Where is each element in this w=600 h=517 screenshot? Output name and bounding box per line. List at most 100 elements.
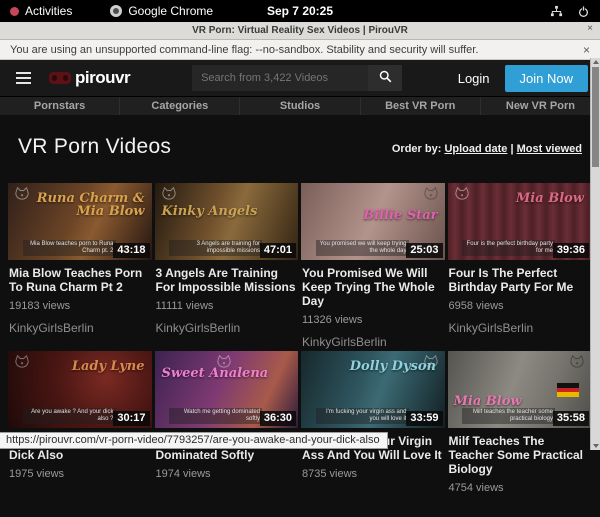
scrollbar-thumb[interactable] bbox=[592, 67, 599, 167]
video-studio-link[interactable]: KinkyGirlsBerlin bbox=[9, 321, 151, 335]
video-studio-link[interactable] bbox=[156, 489, 298, 503]
join-now-button[interactable]: Join Now bbox=[505, 65, 588, 92]
search-button[interactable] bbox=[368, 65, 402, 91]
hamburger-menu-icon[interactable] bbox=[16, 72, 31, 84]
video-title[interactable]: 3 Angels Are Training For Impossible Mis… bbox=[156, 266, 298, 294]
video-views: 1975 views bbox=[9, 468, 151, 481]
power-icon[interactable] bbox=[577, 5, 590, 18]
video-thumbnail[interactable]: Kinky Angels 3 Angels are training for i… bbox=[155, 183, 299, 260]
vr-goggles-icon bbox=[49, 72, 71, 84]
order-link-most-viewed[interactable]: Most viewed bbox=[517, 143, 582, 155]
studio-cat-logo-icon bbox=[568, 355, 586, 375]
main-nav: Pornstars Categories Studios Best VR Por… bbox=[0, 96, 600, 115]
page-title: VR Porn Videos bbox=[18, 135, 171, 159]
video-studio-link[interactable] bbox=[302, 489, 444, 503]
system-top-bar: Activities Google Chrome Sep 7 20:25 bbox=[0, 0, 600, 22]
thumbnail-caption: Four is the perfect birthday party for m… bbox=[462, 240, 555, 256]
nav-item-best-vr-porn[interactable]: Best VR Porn bbox=[361, 97, 481, 115]
video-title[interactable]: Four Is The Perfect Birthday Party For M… bbox=[449, 266, 591, 294]
browser-title-bar: VR Porn: Virtual Reality Sex Videos | Pi… bbox=[0, 22, 600, 40]
studio-cat-logo-icon bbox=[13, 355, 31, 375]
duration-badge: 43:18 bbox=[113, 243, 149, 258]
infobar-close-icon[interactable]: × bbox=[583, 43, 590, 57]
search-group bbox=[192, 65, 402, 91]
thumbnail-caption: Watch me getting dominated softly bbox=[169, 408, 262, 424]
network-icon[interactable] bbox=[550, 5, 563, 18]
nav-item-pornstars[interactable]: Pornstars bbox=[0, 97, 120, 115]
thumbnail-overlay-text: Mia Blow bbox=[516, 192, 584, 205]
thumbnail-overlay-text: Sweet Analena bbox=[162, 367, 269, 380]
studio-cat-logo-icon bbox=[453, 187, 471, 207]
duration-badge: 47:01 bbox=[260, 243, 296, 258]
video-studio-link[interactable]: KinkyGirlsBerlin bbox=[302, 335, 444, 349]
chrome-infobar: You are using an unsupported command-lin… bbox=[0, 40, 600, 60]
video-views: 19183 views bbox=[9, 300, 151, 313]
german-flag-icon bbox=[557, 383, 579, 397]
thumbnail-overlay-text: Billie Star bbox=[363, 209, 437, 222]
video-card[interactable]: Mia Blow Milf teaches the teacher some p… bbox=[448, 351, 592, 517]
thumbnail-overlay-text: Runa Charm & Mia Blow bbox=[33, 192, 145, 218]
nav-item-new-vr-porn[interactable]: New VR Porn bbox=[481, 97, 600, 115]
studio-cat-logo-icon bbox=[422, 187, 440, 207]
duration-badge: 35:58 bbox=[553, 411, 589, 426]
duration-badge: 25:03 bbox=[406, 243, 442, 258]
video-studio-link[interactable]: KinkyGirlsBerlin bbox=[449, 321, 591, 335]
site-logo[interactable]: pirouvr bbox=[49, 68, 130, 88]
video-studio-link[interactable] bbox=[449, 503, 591, 517]
order-by-label: Order by: bbox=[392, 143, 442, 155]
thumbnail-caption: I'm fucking your virgin ass and you will… bbox=[316, 408, 409, 424]
search-icon bbox=[378, 69, 393, 87]
video-thumbnail[interactable]: Billie Star You promised we will keep tr… bbox=[301, 183, 445, 260]
duration-badge: 30:17 bbox=[113, 411, 149, 426]
infobar-message: You are using an unsupported command-lin… bbox=[10, 44, 478, 56]
video-card[interactable]: Billie Star You promised we will keep tr… bbox=[301, 183, 445, 349]
video-views: 11111 views bbox=[156, 300, 298, 313]
login-link[interactable]: Login bbox=[458, 71, 490, 86]
video-views: 1974 views bbox=[156, 468, 298, 481]
video-studio-link[interactable] bbox=[9, 489, 151, 503]
scrollbar-down-arrow-icon[interactable] bbox=[593, 444, 599, 448]
site-header: pirouvr Login Join Now bbox=[0, 60, 600, 96]
studio-cat-logo-icon bbox=[13, 187, 31, 207]
video-thumbnail[interactable]: Dolly Dyson I'm fucking your virgin ass … bbox=[301, 351, 445, 428]
thumbnail-caption: Are you awake ? And your dick also ? bbox=[23, 408, 116, 424]
video-grid: Runa Charm & Mia Blow Mia Blow teaches p… bbox=[0, 183, 600, 517]
thumbnail-caption: You promised we will keep trying the who… bbox=[316, 240, 409, 256]
video-card[interactable]: Kinky Angels 3 Angels are training for i… bbox=[155, 183, 299, 349]
video-views: 4754 views bbox=[449, 482, 591, 495]
nav-item-categories[interactable]: Categories bbox=[120, 97, 240, 115]
video-thumbnail[interactable]: Runa Charm & Mia Blow Mia Blow teaches p… bbox=[8, 183, 152, 260]
duration-badge: 33:59 bbox=[406, 411, 442, 426]
system-clock[interactable]: Sep 7 20:25 bbox=[0, 4, 600, 18]
search-input[interactable] bbox=[192, 65, 368, 91]
status-url-bar: https://pirouvr.com/vr-porn-video/779325… bbox=[0, 432, 388, 449]
video-studio-link[interactable]: KinkyGirlsBerlin bbox=[156, 321, 298, 335]
thumbnail-caption: Mia Blow teaches porn to Runa Charm pt. … bbox=[23, 240, 116, 256]
scrollbar-up-arrow-icon[interactable] bbox=[593, 60, 599, 64]
order-separator: | bbox=[510, 143, 513, 155]
thumbnail-overlay-text: Lady Lyne bbox=[72, 360, 145, 373]
thumbnail-overlay-text: Mia Blow bbox=[454, 395, 522, 408]
thumbnail-caption: 3 Angels are training for impossible mis… bbox=[169, 240, 262, 256]
site-logo-text: pirouvr bbox=[75, 68, 130, 88]
video-title[interactable]: You Promised We Will Keep Trying The Who… bbox=[302, 266, 444, 308]
thumbnail-overlay-text: Kinky Angels bbox=[162, 205, 258, 218]
video-thumbnail[interactable]: Mia Blow Milf teaches the teacher some p… bbox=[448, 351, 592, 428]
video-thumbnail[interactable]: Sweet Analena Watch me getting dominated… bbox=[155, 351, 299, 428]
video-card[interactable]: Mia Blow Four is the perfect birthday pa… bbox=[448, 183, 592, 349]
video-card[interactable]: Runa Charm & Mia Blow Mia Blow teaches p… bbox=[8, 183, 152, 349]
window-close-icon[interactable]: × bbox=[587, 23, 593, 34]
video-thumbnail[interactable]: Mia Blow Four is the perfect birthday pa… bbox=[448, 183, 592, 260]
video-views: 6958 views bbox=[449, 300, 591, 313]
video-thumbnail[interactable]: Lady Lyne Are you awake ? And your dick … bbox=[8, 351, 152, 428]
thumbnail-overlay-text: Dolly Dyson bbox=[350, 360, 436, 373]
video-title[interactable]: Mia Blow Teaches Porn To Runa Charm Pt 2 bbox=[9, 266, 151, 294]
video-title[interactable]: Milf Teaches The Teacher Some Practical … bbox=[449, 434, 591, 476]
order-by-controls: Order by: Upload date | Most viewed bbox=[392, 143, 582, 159]
page-title-row: VR Porn Videos Order by: Upload date | M… bbox=[0, 115, 600, 159]
page-scrollbar[interactable] bbox=[590, 58, 600, 450]
duration-badge: 39:36 bbox=[553, 243, 589, 258]
order-link-upload-date[interactable]: Upload date bbox=[444, 143, 507, 155]
browser-tab-title: VR Porn: Virtual Reality Sex Videos | Pi… bbox=[0, 25, 600, 36]
nav-item-studios[interactable]: Studios bbox=[240, 97, 360, 115]
